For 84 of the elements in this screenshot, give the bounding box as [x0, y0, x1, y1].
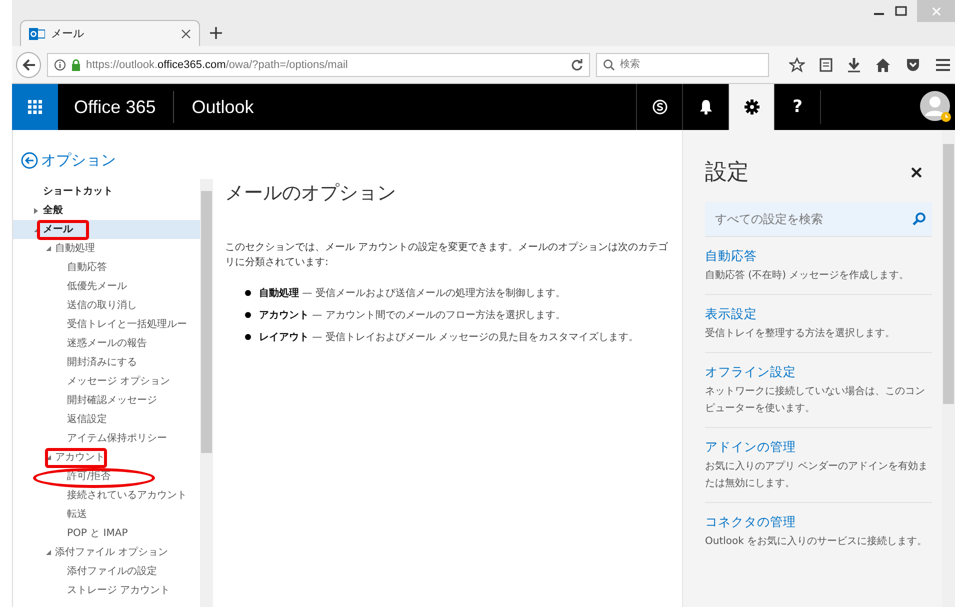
nav-item[interactable]: 添付ファイル オプション	[55, 547, 168, 558]
page-title: メールのオプション	[225, 181, 397, 206]
settings-link[interactable]: 自動応答	[705, 248, 932, 265]
close-icon[interactable]	[181, 28, 191, 38]
nav-item[interactable]: 添付ファイルの設定	[67, 566, 157, 577]
app-name[interactable]: Outlook	[174, 96, 636, 118]
nav-item[interactable]: メール	[43, 224, 73, 235]
settings-search-field[interactable]: すべての設定を検索	[715, 204, 912, 234]
bell-icon	[698, 99, 712, 115]
reload-icon[interactable]	[570, 58, 583, 70]
skype-icon	[652, 99, 668, 115]
nav-item[interactable]: 転送	[67, 509, 87, 520]
nav-item[interactable]: 迷惑メールの報告	[67, 338, 147, 349]
back-arrow-icon	[22, 58, 36, 72]
collapsed-arrow-icon[interactable]	[34, 208, 38, 214]
gear-icon	[744, 99, 760, 115]
new-tab-icon[interactable]	[210, 27, 222, 39]
settings-description: Outlook をお気に入りのサービスに接続します。	[705, 534, 928, 549]
bullet-text: アカウント — アカウント間でのメールのフロー方法を選択します。	[259, 308, 566, 322]
grid-icon	[27, 99, 43, 115]
bullet-icon	[245, 334, 251, 340]
nav-item[interactable]: 送信の取り消し	[67, 300, 137, 311]
shield-icon[interactable]	[905, 56, 921, 72]
app-launcher-button[interactable]	[12, 84, 58, 130]
suite-name[interactable]: Office 365	[58, 91, 174, 123]
settings-description: お気に入りのアプリ ベンダーのアドインを有効または無効にします。	[705, 460, 930, 491]
settings-description: ネットワークに接続していない場合は、このコンピューターを使います。	[705, 384, 926, 416]
browser-search-box[interactable]: 検索	[596, 52, 769, 76]
scrollbar[interactable]	[200, 179, 213, 607]
search-icon	[602, 58, 615, 70]
nav-item[interactable]: 許可/拒否	[67, 471, 110, 482]
settings-search-box[interactable]: すべての設定を検索	[705, 202, 932, 236]
expanded-arrow-icon[interactable]	[46, 455, 51, 460]
settings-description: 受信トレイを整理する方法を選択します。	[705, 326, 896, 341]
settings-link[interactable]: オフライン設定	[705, 364, 932, 381]
settings-link[interactable]: アドインの管理	[705, 439, 932, 456]
expanded-arrow-icon[interactable]	[34, 227, 39, 232]
nav-item[interactable]: 自動処理	[55, 243, 95, 254]
settings-link[interactable]: コネクタの管理	[705, 514, 932, 531]
back-button[interactable]	[16, 52, 41, 78]
menu-icon[interactable]	[935, 58, 951, 72]
close-icon[interactable]	[911, 166, 922, 178]
nav-item[interactable]: ストレージ アカウント	[67, 585, 170, 596]
avatar-icon[interactable]	[919, 90, 953, 124]
reading-list-icon[interactable]	[819, 56, 833, 72]
bullet-text: レイアウト — 受信トレイおよびメール メッセージの見た目をカスタマイズします。	[259, 330, 639, 344]
nav-item[interactable]: 返信設定	[67, 414, 107, 425]
home-icon[interactable]	[875, 56, 891, 72]
settings-title: 設定	[705, 159, 749, 187]
nav-item[interactable]: 低優先メール	[67, 281, 127, 292]
nav-item[interactable]: 開封済みにする	[67, 357, 137, 368]
browser-tab[interactable]: メール	[20, 20, 200, 46]
bullet-icon	[245, 290, 251, 296]
download-icon[interactable]	[847, 56, 861, 72]
nav-item[interactable]: メッセージ オプション	[67, 376, 170, 387]
nav-item[interactable]: ショートカット	[43, 186, 113, 197]
info-icon	[54, 58, 66, 70]
intro-text: このセクションでは、メール アカウントの設定を変更できます。メールのオプションは次のカテゴリに分類されています:	[225, 240, 670, 270]
scrollbar[interactable]	[942, 130, 955, 607]
maximize-icon[interactable]	[895, 6, 907, 16]
nav-item[interactable]: 自動応答	[67, 262, 107, 273]
lock-icon	[71, 58, 81, 70]
tab-title: メール	[51, 26, 85, 41]
expanded-arrow-icon[interactable]	[46, 246, 51, 251]
address-field[interactable]: https://outlook.office365.com/owa/?path=/options/mail	[47, 52, 590, 76]
browser-search-field[interactable]: 検索	[620, 56, 762, 74]
back-link[interactable]: オプション	[13, 130, 116, 173]
settings-description: 自動応答 (不在時) メッセージを作成します。	[705, 268, 910, 283]
bullet-icon	[245, 312, 251, 318]
mail-app-icon	[29, 26, 45, 40]
search-icon[interactable]	[912, 212, 926, 226]
expanded-arrow-icon[interactable]	[46, 550, 51, 555]
bookmark-star-icon[interactable]	[789, 56, 805, 72]
nav-item[interactable]: 接続されているアカウント	[67, 490, 187, 501]
nav-item[interactable]: アイテム保持ポリシー	[67, 433, 167, 444]
nav-item[interactable]: 開封確認メッセージ	[67, 395, 157, 406]
close-icon	[932, 6, 940, 16]
nav-item[interactable]: アカウント	[55, 452, 105, 463]
nav-item[interactable]: 全般	[43, 205, 63, 216]
nav-item[interactable]: POP と IMAP	[67, 528, 128, 539]
nav-item[interactable]: 受信トレイと一括処理ルー	[67, 319, 187, 330]
settings-button[interactable]	[728, 84, 774, 130]
bullet-text: 自動処理 — 受信メールおよび送信メールの処理方法を制御します。	[259, 286, 566, 300]
settings-link[interactable]: 表示設定	[705, 306, 932, 323]
